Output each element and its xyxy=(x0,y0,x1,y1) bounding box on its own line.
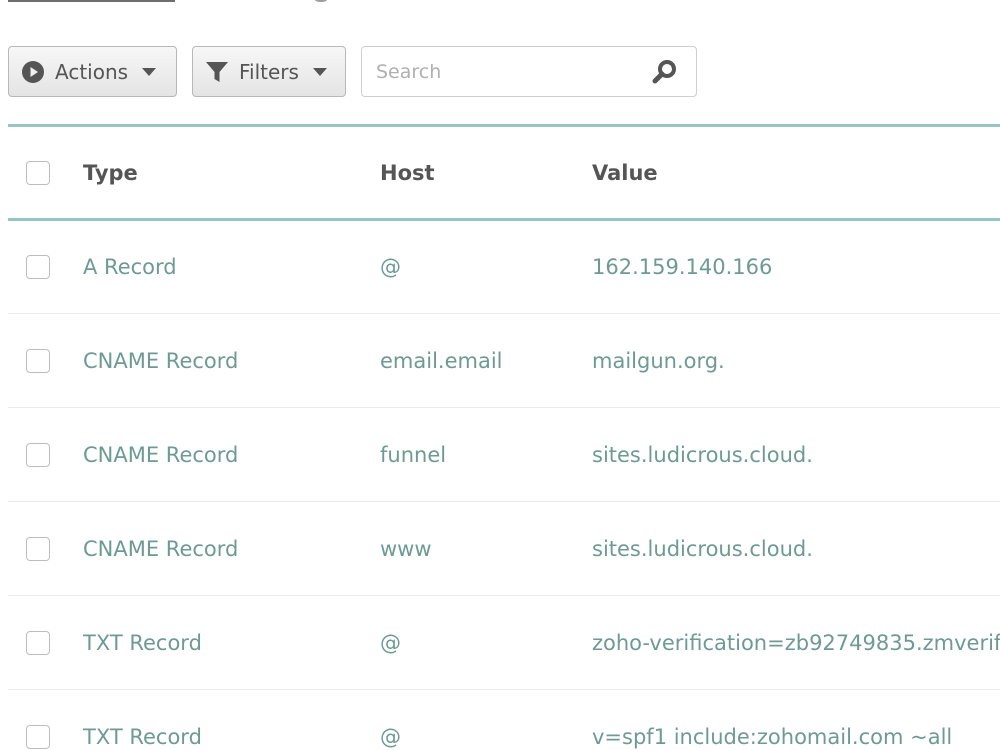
active-tab-indicator xyxy=(8,0,175,2)
record-type[interactable]: CNAME Record xyxy=(83,314,380,408)
toolbar: Actions Filters xyxy=(8,46,697,97)
table-row: TXT Record @ zoho-verification=zb9274983… xyxy=(8,596,1000,690)
record-value: mailgun.org. xyxy=(592,348,725,373)
record-host: www xyxy=(380,536,432,561)
table-row: CNAME Record www sites.ludicrous.cloud. xyxy=(8,502,1000,596)
record-value: 162.159.140.166 xyxy=(592,255,773,279)
row-checkbox[interactable] xyxy=(26,724,50,749)
row-checkbox[interactable] xyxy=(26,255,50,279)
record-value: v=spf1 include:zohomail.com ~all xyxy=(592,724,953,749)
dns-records-page: Actions Filters Search Type Host Value A… xyxy=(0,0,1000,750)
row-select-cell xyxy=(8,690,83,750)
row-select-cell xyxy=(8,502,83,596)
select-all-cell xyxy=(8,126,83,220)
column-header-type[interactable]: Type xyxy=(83,126,380,220)
record-type[interactable]: TXT Record xyxy=(83,596,380,690)
records-table: Type Host Value A Record @ 162.159.140.1… xyxy=(8,124,1000,750)
filters-button-label: Filters xyxy=(239,59,299,84)
caret-down-icon xyxy=(312,67,327,76)
record-value: sites.ludicrous.cloud. xyxy=(592,442,813,467)
record-type[interactable]: A Record xyxy=(83,220,380,314)
column-header-value[interactable]: Value xyxy=(592,126,1000,220)
record-host: @ xyxy=(380,724,401,749)
table-header-row: Type Host Value xyxy=(8,125,1000,220)
select-all-checkbox[interactable] xyxy=(26,160,50,185)
actions-button[interactable]: Actions xyxy=(8,46,177,97)
table-row: TXT Record @ v=spf1 include:zohomail.com… xyxy=(8,690,1000,750)
actions-button-label: Actions xyxy=(55,59,129,84)
record-host: funnel xyxy=(380,442,447,467)
caret-down-icon xyxy=(142,67,157,76)
record-host: email.email xyxy=(380,348,503,373)
row-checkbox[interactable] xyxy=(26,630,50,655)
table-row: CNAME Record email.email mailgun.org. xyxy=(8,314,1000,408)
record-value: sites.ludicrous.cloud. xyxy=(592,536,813,561)
row-select-cell xyxy=(8,596,83,690)
record-type[interactable]: CNAME Record xyxy=(83,408,380,502)
row-select-cell xyxy=(8,220,83,314)
records-table-wrapper: Type Host Value A Record @ 162.159.140.1… xyxy=(8,124,1000,750)
column-header-host[interactable]: Host xyxy=(380,126,592,220)
row-checkbox[interactable] xyxy=(26,348,50,373)
search-input[interactable] xyxy=(374,59,652,84)
row-checkbox[interactable] xyxy=(26,536,50,561)
record-host: @ xyxy=(380,255,401,279)
filters-button[interactable]: Filters xyxy=(192,46,346,97)
row-select-cell xyxy=(8,314,83,408)
record-value: zoho-verification=zb92749835.zmverify.zo… xyxy=(592,630,1000,655)
play-circle-icon xyxy=(21,60,45,84)
magnifier-icon[interactable] xyxy=(652,59,678,85)
record-type[interactable]: TXT Record xyxy=(83,690,380,750)
table-row: CNAME Record funnel sites.ludicrous.clou… xyxy=(8,408,1000,502)
funnel-icon xyxy=(205,60,229,84)
row-select-cell xyxy=(8,408,83,502)
search-box xyxy=(361,46,697,97)
record-host: @ xyxy=(380,630,401,655)
clipped-heading-fragment xyxy=(312,0,330,2)
table-row: A Record @ 162.159.140.166 xyxy=(8,220,1000,314)
record-type[interactable]: CNAME Record xyxy=(83,502,380,596)
row-checkbox[interactable] xyxy=(26,442,50,467)
